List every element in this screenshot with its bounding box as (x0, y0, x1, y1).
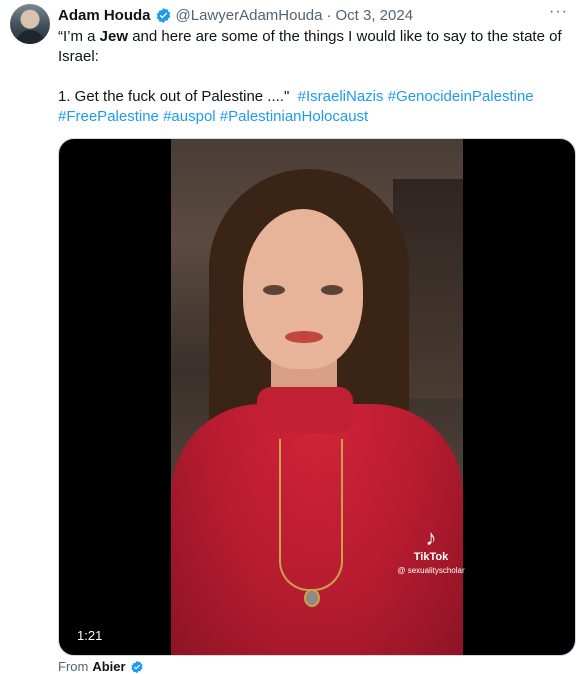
text-bold-word: Jew (99, 28, 129, 45)
tweet-text-line-1: “I’m a Jew and here are some of the thin… (58, 27, 578, 47)
hashtag-link[interactable]: #IsraeliNazis (298, 88, 384, 105)
verified-badge-icon (131, 660, 143, 673)
source-app: From Abier (58, 659, 148, 674)
video-subject-lips (285, 331, 323, 343)
video-subject-pendant (304, 589, 320, 607)
tiktok-logo-icon: ♪ (425, 525, 437, 550)
video-frame (171, 139, 463, 655)
hashtag-link[interactable]: #FreePalestine (58, 108, 159, 125)
text-segment: “I’m a (58, 28, 100, 45)
source-app-name[interactable]: Abier (92, 659, 125, 674)
source-label: From (58, 659, 89, 674)
tweet-text-line-2: Israel: (58, 48, 99, 65)
hashtag-link[interactable]: #GenocideinPalestine (388, 88, 534, 105)
hashtag-link[interactable]: #PalestinianHolocaust (220, 108, 368, 125)
video-player[interactable]: ♪ TikTok @ sexualityscholar 1:21 (58, 138, 576, 656)
video-subject-eye (263, 285, 285, 295)
tweet-text-line-4: #FreePalestine #auspol #PalestinianHoloc… (58, 107, 578, 127)
video-duration: 1:21 (71, 626, 109, 645)
tiktok-watermark: ♪ TikTok @ sexualityscholar (381, 525, 481, 576)
author-name[interactable]: Adam Houda (58, 7, 151, 24)
tweet-text-line-3: 1. Get the fuck out of Palestine ...." #… (58, 87, 578, 107)
video-subject-collar (257, 387, 353, 433)
avatar-figure (16, 30, 44, 44)
more-options-icon[interactable]: ··· (549, 3, 568, 21)
text-segment: 1. Get the fuck out of Palestine ...." (58, 88, 290, 105)
author-handle[interactable]: @LawyerAdamHouda (176, 7, 323, 24)
tweet-date[interactable]: Oct 3, 2024 (335, 7, 413, 24)
video-subject-eye (321, 285, 343, 295)
tweet-text: “I’m a Jew and here are some of the thin… (58, 27, 578, 127)
verified-badge-icon[interactable] (155, 7, 172, 24)
video-subject-face (243, 209, 363, 369)
tiktok-username: @ sexualityscholar (397, 566, 465, 575)
hashtag-link[interactable]: #auspol (163, 108, 216, 125)
video-subject-necklace (279, 439, 343, 591)
text-segment: and here are some of the things I would … (128, 28, 562, 45)
header-separator: · (326, 6, 332, 24)
author-avatar[interactable] (10, 4, 50, 44)
tiktok-brand: TikTok (413, 551, 449, 563)
tweet-header: Adam Houda @LawyerAdamHouda · Oct 3, 202… (58, 5, 572, 25)
